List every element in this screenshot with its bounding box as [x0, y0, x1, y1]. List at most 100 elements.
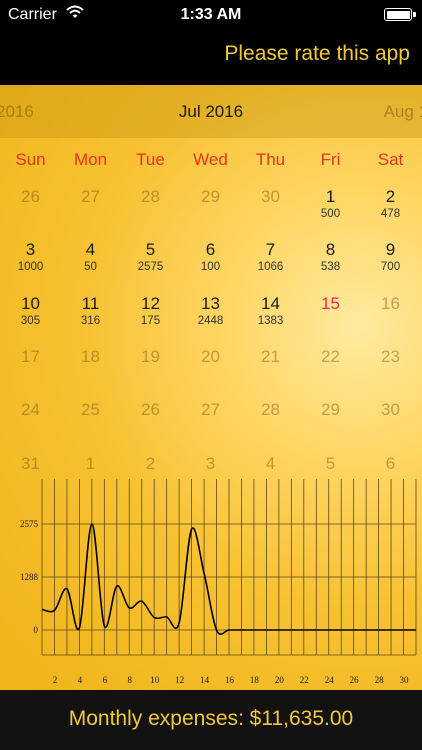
day-cell[interactable]: 26 [1, 187, 61, 240]
weekday-label: Mon [73, 150, 108, 169]
day-cell[interactable]: 14 1383 [241, 294, 301, 347]
day-number: 23 [381, 346, 400, 366]
day-expense: 500 [320, 208, 341, 220]
day-cell[interactable]: 2 478 [361, 187, 421, 240]
day-expense: 700 [380, 261, 401, 274]
x-tick-label: 2 [53, 675, 58, 685]
day-number: 2 [385, 187, 396, 206]
x-tick-label: 8 [128, 675, 133, 685]
day-number: 30 [261, 187, 280, 206]
clock-time: 1:33 AM [180, 6, 242, 23]
day-number: 6 [385, 453, 396, 473]
day-cell-today[interactable]: 15 [301, 294, 361, 347]
day-number: 15 [321, 293, 340, 313]
day-number: 2 [145, 453, 156, 473]
day-number: 5 [145, 240, 156, 260]
day-number: 6 [205, 240, 216, 260]
day-number: 26 [141, 400, 160, 420]
day-number: 30 [381, 400, 400, 420]
day-expense: 305 [20, 314, 41, 327]
day-cell[interactable]: 22 [301, 347, 361, 400]
day-number: 19 [141, 346, 160, 366]
day-expense: 1066 [257, 261, 284, 274]
app-screen: Carrier 1:33 AM Please rate this app 201… [0, 0, 422, 750]
day-cell[interactable]: 1 500 [301, 187, 361, 240]
day-cell[interactable]: 13 2448 [181, 294, 241, 347]
x-tick-label: 14 [200, 675, 210, 685]
day-cell[interactable]: 17 [1, 347, 61, 400]
monthly-total: Monthly expenses: $11,635.00 [68, 707, 354, 730]
expense-chart-svg: 0128825752 4 6 8 10 12 14 16 18 20 22 24 26 28 30 [20, 479, 417, 685]
x-tick-label: 18 [250, 675, 260, 685]
day-number: 25 [81, 400, 100, 420]
day-cell[interactable]: 29 [301, 400, 361, 453]
day-cell[interactable]: 25 [61, 400, 121, 453]
day-expense: 1000 [17, 261, 44, 274]
day-cell[interactable]: 23 [361, 347, 421, 400]
rate-app-button[interactable]: Please rate this app [224, 42, 410, 66]
weekday-label: Thu [255, 150, 286, 169]
day-number: 4 [85, 240, 96, 260]
day-cell[interactable]: 9 700 [361, 240, 421, 293]
day-cell[interactable]: 21 [241, 347, 301, 400]
day-expense: 316 [80, 314, 101, 327]
day-cell[interactable]: 10 305 [1, 294, 61, 347]
x-tick-label: 12 [175, 675, 184, 685]
day-cell[interactable]: 11 316 [61, 294, 121, 347]
day-number: 1 [325, 187, 336, 206]
day-cell[interactable]: 4 50 [61, 240, 121, 293]
current-month-label: Jul 2016 [178, 102, 244, 121]
day-number: 5 [325, 453, 336, 473]
day-cell[interactable]: 20 [181, 347, 241, 400]
day-expense: 538 [320, 261, 341, 274]
day-number: 14 [261, 293, 280, 313]
day-cell[interactable]: 12 175 [121, 294, 181, 347]
expense-chart: 0 1288 2575 2 4 6 8 10 12 14 16 18 20 22 24 26 28 30 [0, 479, 422, 690]
x-tick-label: 6 [103, 675, 108, 685]
day-cell[interactable]: 27 [181, 400, 241, 453]
day-cell[interactable]: 30 [361, 400, 421, 453]
weekday-label: Sun [15, 150, 46, 169]
day-cell[interactable]: 3 1000 [1, 240, 61, 293]
x-tick-label: 4 [78, 675, 83, 685]
month-header: 2016 Jul 2016 Aug 1 [0, 85, 422, 138]
day-cell[interactable]: 19 [121, 347, 181, 400]
day-cell[interactable]: 5 2575 [121, 240, 181, 293]
x-tick-label: 10 [150, 675, 160, 685]
x-tick-label: 22 [300, 675, 309, 685]
weekday-label: Sat [377, 150, 404, 169]
day-cell[interactable]: 29 [181, 187, 241, 240]
day-cell[interactable]: 26 [121, 400, 181, 453]
day-cell[interactable]: 16 [361, 294, 421, 347]
battery-icon [384, 8, 416, 21]
day-cell[interactable]: 27 [61, 187, 121, 240]
y-tick-label: 2575 [20, 519, 39, 529]
day-cell[interactable]: 24 [1, 400, 61, 453]
day-number: 29 [201, 187, 220, 206]
day-expense: 100 [200, 261, 221, 274]
x-tick-label: 20 [275, 675, 285, 685]
calendar-view: 2016 Jul 2016 Aug 1 SunMonTueWedThuFriSa… [0, 85, 422, 690]
day-cell[interactable]: 30 [241, 187, 301, 240]
day-cell[interactable]: 6 100 [181, 240, 241, 293]
day-number: 17 [21, 346, 40, 366]
day-number: 11 [81, 293, 100, 313]
day-expense: 1383 [257, 314, 284, 327]
day-cell[interactable]: 18 [61, 347, 121, 400]
day-number: 26 [21, 187, 40, 206]
day-expense: 478 [380, 208, 401, 220]
day-cell[interactable]: 28 [121, 187, 181, 240]
day-number: 31 [21, 453, 40, 473]
status-bar: Carrier 1:33 AM [0, 0, 422, 30]
day-cell[interactable]: 8 538 [301, 240, 361, 293]
day-number: 8 [325, 240, 336, 260]
x-tick-label: 30 [400, 675, 410, 685]
day-number: 22 [321, 346, 340, 366]
day-number: 29 [321, 400, 340, 420]
day-number: 18 [81, 346, 100, 366]
day-cell[interactable]: 7 1066 [241, 240, 301, 293]
next-month-label[interactable]: Aug 1 [384, 102, 422, 122]
nav-bar: Please rate this app [0, 30, 422, 85]
x-tick-label: 16 [225, 675, 235, 685]
day-cell[interactable]: 28 [241, 400, 301, 453]
